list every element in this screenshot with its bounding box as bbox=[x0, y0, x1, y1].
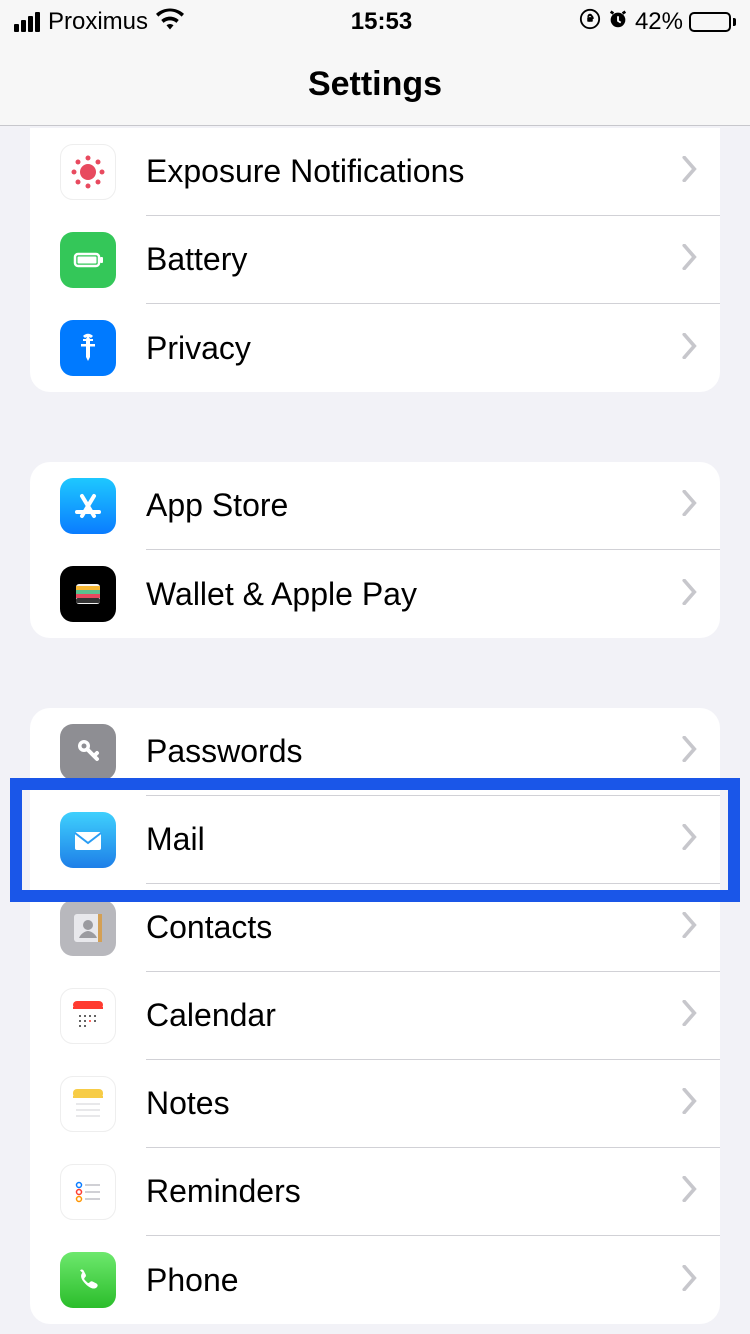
notes-icon bbox=[60, 1076, 116, 1132]
chevron-right-icon bbox=[682, 1265, 698, 1296]
page-title: Settings bbox=[308, 65, 442, 104]
chevron-right-icon bbox=[682, 1176, 698, 1207]
chevron-right-icon bbox=[682, 490, 698, 521]
time-label: 15:53 bbox=[351, 8, 412, 36]
chevron-right-icon bbox=[682, 824, 698, 855]
battery-settings-icon bbox=[60, 232, 116, 288]
row-label: Calendar bbox=[146, 997, 682, 1034]
row-app-store[interactable]: App Store bbox=[30, 462, 720, 550]
chevron-right-icon bbox=[682, 333, 698, 364]
appstore-icon bbox=[60, 478, 116, 534]
row-phone[interactable]: Phone bbox=[30, 1236, 720, 1324]
row-label: Battery bbox=[146, 241, 682, 278]
nav-header: Settings bbox=[0, 44, 750, 126]
chevron-right-icon bbox=[682, 156, 698, 187]
row-contacts[interactable]: Contacts bbox=[30, 884, 720, 972]
row-exposure-notifications[interactable]: Exposure Notifications bbox=[30, 128, 720, 216]
battery-icon bbox=[689, 12, 736, 32]
row-label: Privacy bbox=[146, 330, 682, 367]
row-label: Passwords bbox=[146, 733, 682, 770]
status-bar: Proximus 15:53 42% bbox=[0, 0, 750, 44]
carrier-label: Proximus bbox=[48, 8, 148, 36]
phone-icon bbox=[60, 1252, 116, 1308]
row-label: Contacts bbox=[146, 909, 682, 946]
row-mail[interactable]: Mail bbox=[30, 796, 720, 884]
signal-icon bbox=[14, 12, 40, 32]
wallet-icon bbox=[60, 566, 116, 622]
row-label: Phone bbox=[146, 1262, 682, 1299]
alarm-icon bbox=[607, 8, 629, 37]
privacy-icon bbox=[60, 320, 116, 376]
chevron-right-icon bbox=[682, 736, 698, 767]
row-privacy[interactable]: Privacy bbox=[30, 304, 720, 392]
row-label: Exposure Notifications bbox=[146, 153, 682, 190]
settings-group: Passwords Mail Contacts bbox=[30, 708, 720, 1324]
battery-pct-label: 42% bbox=[635, 8, 683, 36]
calendar-icon bbox=[60, 988, 116, 1044]
settings-group: Exposure Notifications Battery Privacy bbox=[30, 128, 720, 392]
chevron-right-icon bbox=[682, 579, 698, 610]
passwords-icon bbox=[60, 724, 116, 780]
wifi-icon bbox=[156, 8, 184, 37]
chevron-right-icon bbox=[682, 244, 698, 275]
row-label: Reminders bbox=[146, 1173, 682, 1210]
chevron-right-icon bbox=[682, 1000, 698, 1031]
row-wallet[interactable]: Wallet & Apple Pay bbox=[30, 550, 720, 638]
row-calendar[interactable]: Calendar bbox=[30, 972, 720, 1060]
row-label: Notes bbox=[146, 1085, 682, 1122]
row-label: Mail bbox=[146, 821, 682, 858]
row-passwords[interactable]: Passwords bbox=[30, 708, 720, 796]
row-reminders[interactable]: Reminders bbox=[30, 1148, 720, 1236]
exposure-icon bbox=[60, 144, 116, 200]
chevron-right-icon bbox=[682, 912, 698, 943]
settings-list[interactable]: Exposure Notifications Battery Privacy bbox=[0, 128, 750, 1324]
row-label: Wallet & Apple Pay bbox=[146, 576, 682, 613]
row-battery[interactable]: Battery bbox=[30, 216, 720, 304]
contacts-icon bbox=[60, 900, 116, 956]
rotation-lock-icon bbox=[579, 8, 601, 37]
settings-group: App Store Wallet & Apple Pay bbox=[30, 462, 720, 638]
row-label: App Store bbox=[146, 487, 682, 524]
reminders-icon bbox=[60, 1164, 116, 1220]
chevron-right-icon bbox=[682, 1088, 698, 1119]
mail-icon bbox=[60, 812, 116, 868]
row-notes[interactable]: Notes bbox=[30, 1060, 720, 1148]
